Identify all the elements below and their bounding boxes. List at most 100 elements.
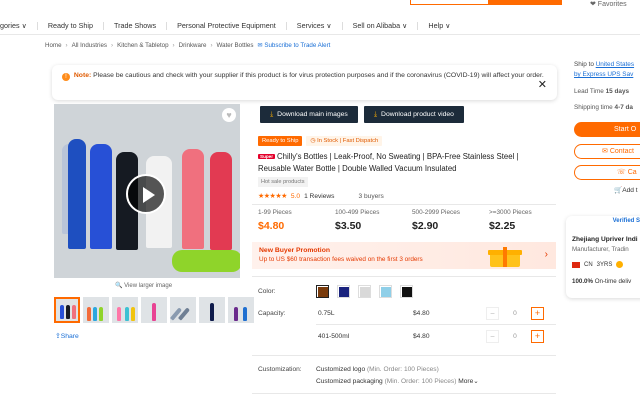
divider (252, 393, 556, 394)
contact-supplier-button[interactable]: ✉ Contact (574, 144, 640, 159)
chevron-down-icon: ⌄ (473, 378, 479, 385)
start-order-button[interactable]: Start O (574, 122, 640, 137)
promo-subtitle: Up to US $60 transaction fees waived on … (259, 256, 423, 263)
add-to-favorites[interactable]: 🛒Add t (614, 186, 638, 194)
nav-categories[interactable]: gories ∨ (0, 21, 38, 30)
color-swatches (316, 285, 413, 298)
swatch-fill (338, 286, 349, 297)
decrement-button[interactable]: − (486, 330, 499, 343)
supplier-country: CN (584, 261, 593, 268)
new-buyer-promotion[interactable]: New Buyer Promotion Up to US $60 transac… (252, 242, 556, 269)
download-product-video-button[interactable]: ⤓ Download product video (364, 106, 464, 123)
tier-range: >=3000 Pieces (489, 209, 532, 216)
thumbnail[interactable] (141, 297, 167, 323)
customization-label: Customization: (258, 366, 302, 373)
nav-ppe[interactable]: Personal Protective Equipment (167, 21, 287, 30)
bottle-image (210, 152, 232, 250)
thumbnail[interactable] (54, 297, 80, 323)
tier-range: 500-2999 Pieces (412, 209, 460, 216)
nav-services[interactable]: Services ∨ (287, 21, 343, 30)
notice-label: Note: (73, 72, 92, 79)
increment-button[interactable]: + (531, 330, 544, 343)
download-main-images-button[interactable]: ⤓ Download main images (260, 106, 358, 123)
crumb-drinkware[interactable]: Drinkware (179, 42, 207, 49)
crumb-kitchen[interactable]: Kitchen & Tabletop (117, 42, 168, 49)
tier-range: 1-99 Pieces (258, 209, 292, 216)
category-nav: gories ∨ Ready to Ship Trade Shows Perso… (0, 17, 640, 35)
download-icon: ⤓ (270, 110, 274, 118)
reviews-link[interactable]: 1 Reviews (304, 193, 334, 200)
quantity-input[interactable]: 0 (499, 333, 531, 340)
crumb-home[interactable]: Home (45, 42, 62, 49)
increment-button[interactable]: + (531, 307, 544, 320)
ship-country-link[interactable]: United States (596, 61, 634, 68)
color-swatch[interactable] (337, 285, 350, 298)
supplier-role: Manufacturer, Tradin (572, 246, 629, 253)
lead-time: Lead Time 15 days (574, 88, 629, 95)
color-swatch[interactable] (358, 285, 371, 298)
color-label: Color: (258, 288, 276, 295)
price-tier: >=3000 Pieces $2.25 (489, 209, 566, 232)
product-main-image[interactable] (54, 104, 240, 278)
thumbnail[interactable] (228, 297, 254, 323)
more-link[interactable]: More⌄ (458, 378, 479, 385)
price-tiers: 1-99 Pieces $4.80 100-499 Pieces $3.50 500… (258, 209, 566, 232)
bottle-image (172, 250, 240, 272)
quantity-input[interactable]: 0 (499, 310, 531, 317)
thumbnail[interactable] (83, 297, 109, 323)
tier-price: $4.80 (258, 220, 285, 232)
swatch-fill (317, 286, 328, 297)
download-icon: ⤓ (374, 110, 378, 118)
crumb-separator: › (111, 42, 114, 49)
breadcrumb: Home › All Industries › Kitchen & Tabletop… (45, 42, 330, 49)
ship-method-link[interactable]: by Express UPS Sav (574, 71, 633, 78)
shipping-time-label: Shipping time (574, 104, 613, 111)
fast-dispatch-label: Fast Dispatch (342, 138, 379, 144)
share-label: Share (60, 333, 79, 340)
capacity-label: Capacity: (258, 310, 286, 317)
contact-label: Contact (609, 148, 634, 155)
nav-trade-shows[interactable]: Trade Shows (104, 21, 168, 30)
color-swatch[interactable] (316, 285, 329, 298)
chevron-right-icon: › (544, 249, 548, 260)
capacity-value: 401-500ml (318, 333, 350, 340)
thumbnail[interactable] (170, 297, 196, 323)
add-label: Add t (622, 187, 638, 194)
close-icon[interactable]: ✕ (538, 80, 547, 91)
nav-help[interactable]: Help ∨ (418, 21, 460, 30)
play-video-icon[interactable] (126, 174, 166, 214)
crumb-water-bottles[interactable]: Water Bottles (217, 42, 254, 49)
supplier-name[interactable]: Zhejiang Upriver Indi (572, 236, 638, 243)
crumb-all-industries[interactable]: All Industries (72, 42, 107, 49)
shipping-time-value: 4-7 da (614, 104, 633, 111)
notice-text: Please be cautious and check with your s… (93, 72, 544, 79)
tier-price: $2.90 (412, 220, 439, 232)
cart-icon: 🛒 (614, 187, 623, 194)
divider (252, 204, 556, 205)
color-swatch[interactable] (400, 285, 413, 298)
search-button[interactable] (488, 0, 562, 5)
view-larger-image[interactable]: 🔍 View larger image (115, 282, 172, 289)
call-button[interactable]: ☏ Ca (574, 165, 640, 180)
share-button[interactable]: ⇪Share (55, 332, 79, 340)
quantity-stepper: − 0 + (486, 330, 544, 343)
gold-supplier-icon (616, 261, 624, 268)
subscribe-trade-alert-link[interactable]: ✉ Subscribe to Trade Alert (257, 42, 330, 49)
thumbnail[interactable] (112, 297, 138, 323)
nav-sell[interactable]: Sell on Alibaba ∨ (343, 21, 419, 30)
favorite-heart-icon[interactable]: ♥ (222, 108, 236, 122)
nav-ready-to-ship[interactable]: Ready to Ship (38, 21, 104, 30)
favorites-link[interactable]: ❤ Favorites (590, 0, 627, 8)
swatch-fill (359, 286, 370, 297)
color-swatch[interactable] (379, 285, 392, 298)
otd-label: On-time deliv (594, 278, 632, 285)
more-label: More (458, 378, 474, 385)
supplier-card[interactable]: Verified S Zhejiang Upriver Indi Manufac… (566, 216, 640, 298)
status-badges: Ready to Ship ◷ In Stock | Fast Dispatch (258, 136, 383, 146)
decrement-button[interactable]: − (486, 307, 499, 320)
otd-value: 100.0% (572, 278, 593, 285)
capacity-price: $4.80 (413, 333, 430, 340)
lead-time-label: Lead Time (574, 88, 604, 95)
thumbnail[interactable] (199, 297, 225, 323)
supplier-meta: CN 3YRS (572, 261, 624, 268)
